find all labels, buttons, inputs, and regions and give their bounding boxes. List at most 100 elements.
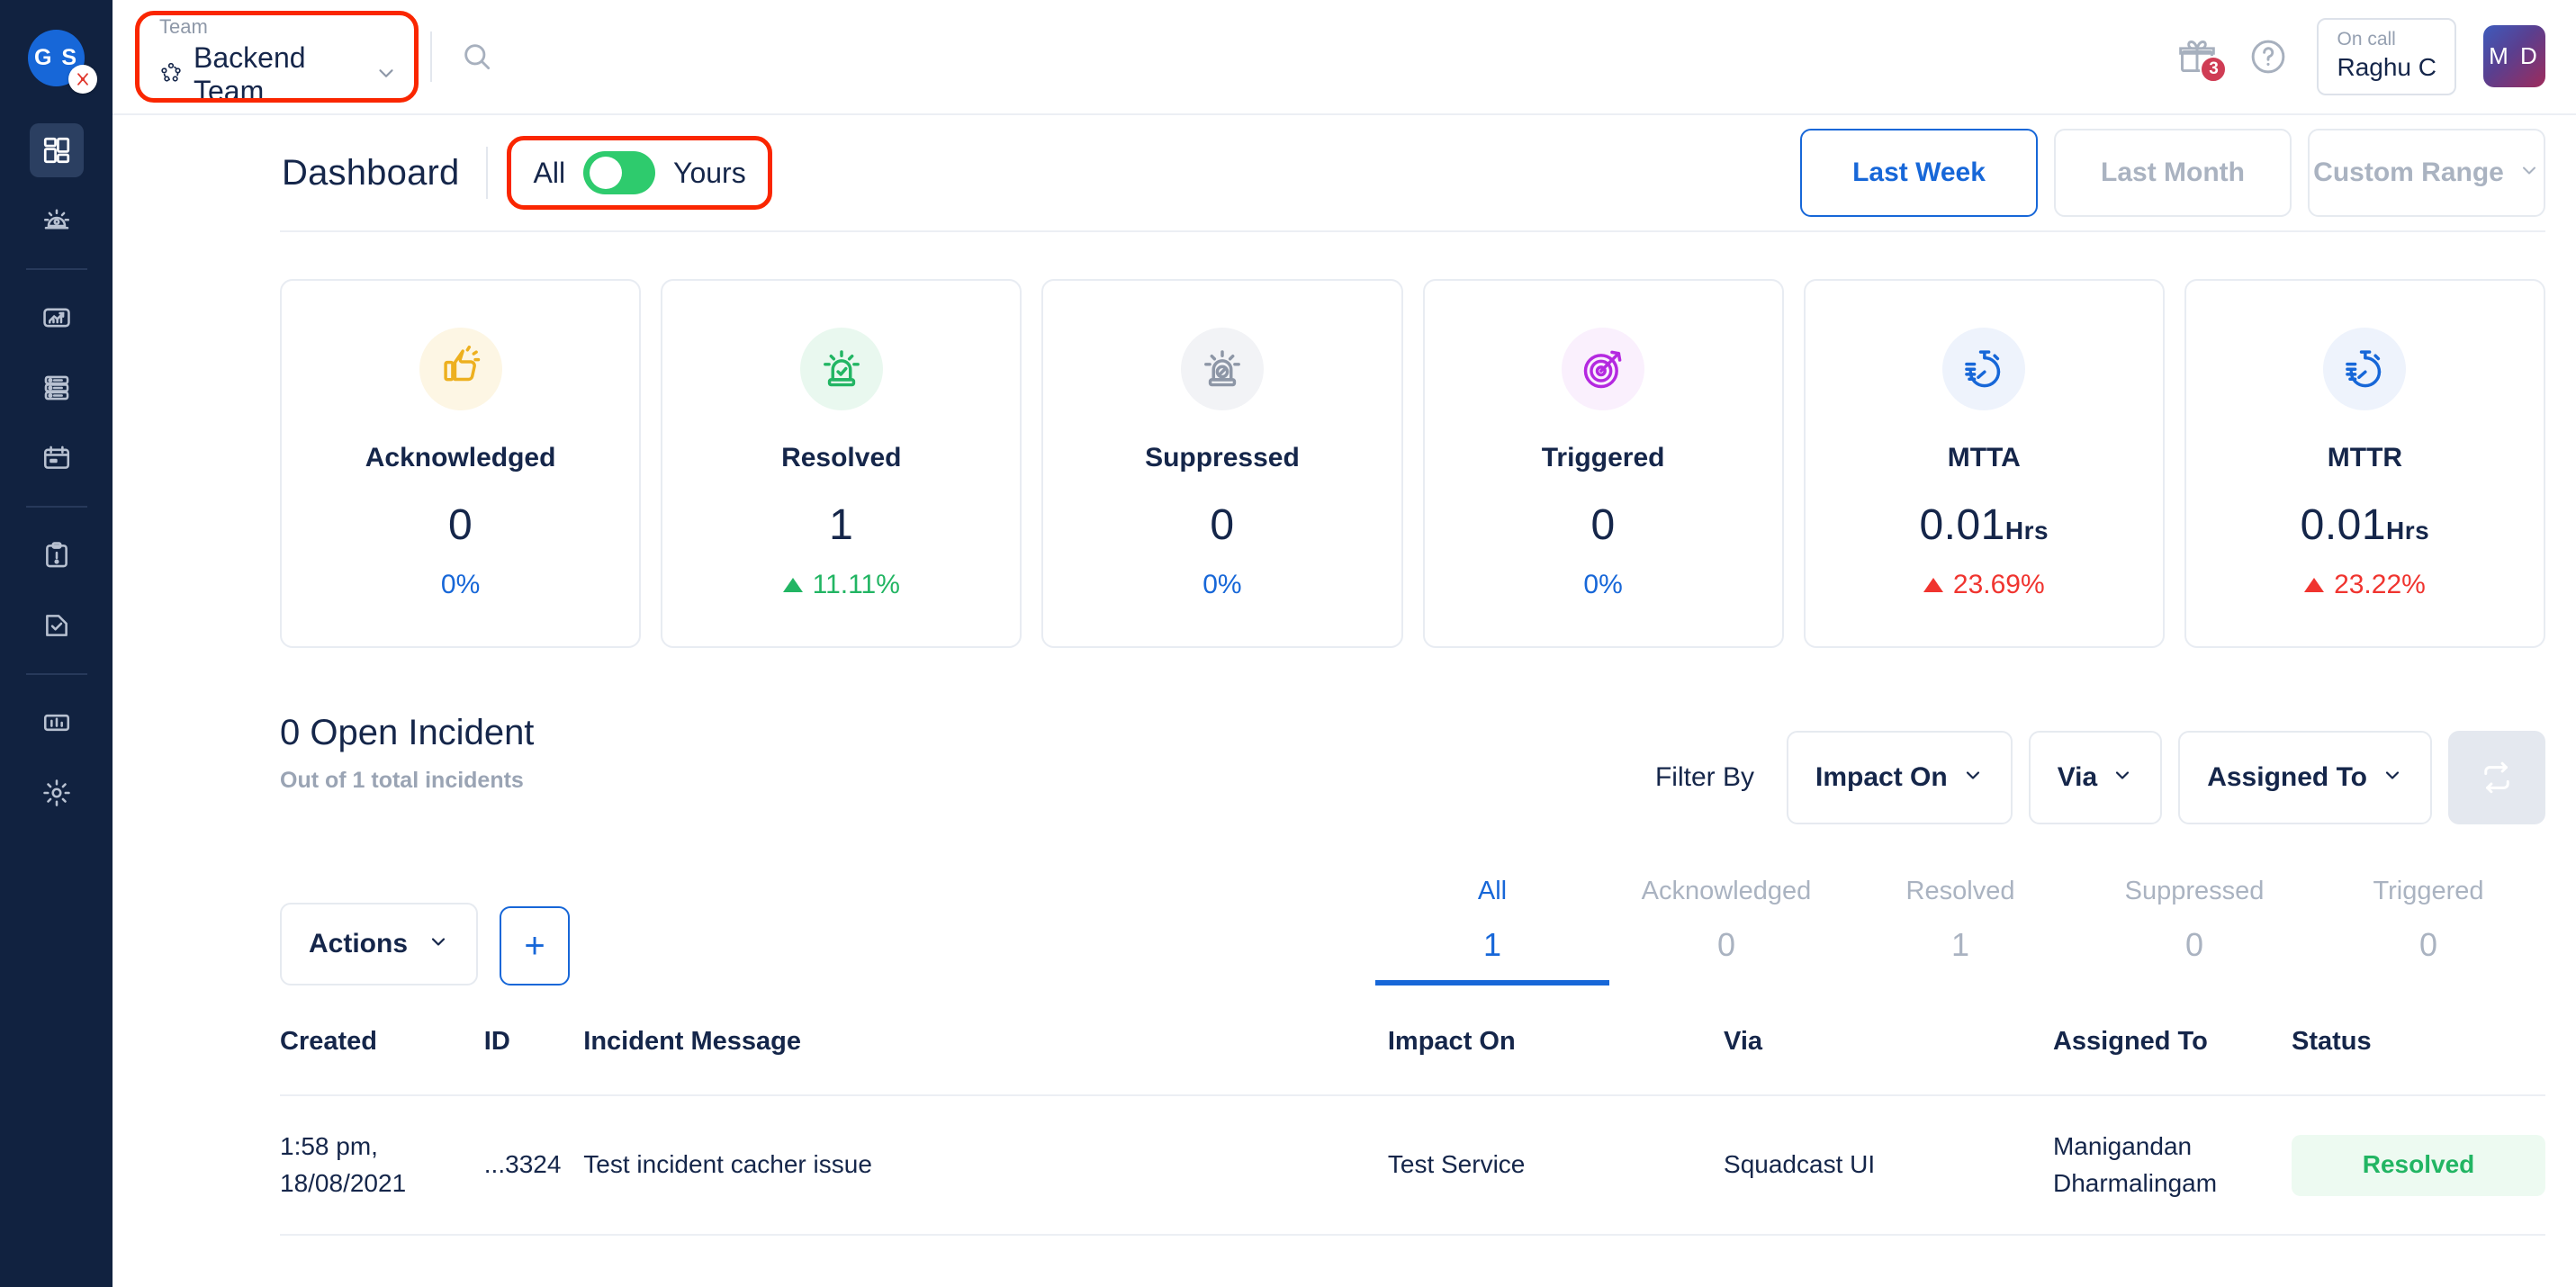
main-area: Team Backend Team 3 On call Raghu C M D … — [113, 0, 2576, 1287]
metric-card-acknowledged[interactable]: Acknowledged 0 0% — [280, 279, 642, 648]
cell-via: Squadcast UI — [1724, 1095, 2053, 1237]
metric-delta-value: 0% — [1202, 570, 1242, 599]
sidebar-nav — [0, 115, 113, 828]
toggle-label-yours: Yours — [673, 156, 746, 189]
metric-unit: Hrs — [2004, 517, 2049, 544]
sidebar-item-analytics-growth[interactable] — [30, 291, 84, 345]
column-header-created: Created — [280, 989, 484, 1096]
open-incident-count: 0 Open Incident — [280, 713, 535, 752]
tab-label: Resolved — [1905, 877, 2015, 905]
status-badge: Resolved — [2292, 1134, 2545, 1196]
sidebar-divider — [25, 673, 87, 675]
metric-card-mtta[interactable]: MTTA 0.01Hrs 23.69% — [1803, 279, 2165, 648]
metric-value: 0.01 — [1919, 501, 2005, 549]
metric-delta: 23.69% — [1923, 570, 2045, 600]
metric-card-mttr[interactable]: MTTR 0.01Hrs 23.22% — [2184, 279, 2546, 648]
metric-value: 0 — [1590, 501, 1616, 549]
sidebar-item-services[interactable] — [30, 361, 84, 415]
table-header-row: Created ID Incident Message Impact On Vi… — [280, 989, 2545, 1096]
cell-id: ...3324 — [483, 1095, 584, 1237]
metric-delta: 11.11% — [782, 570, 900, 600]
tab-count: 0 — [2418, 926, 2438, 963]
tab-count: 0 — [2184, 926, 2204, 963]
plus-icon: + — [524, 925, 545, 966]
sidebar-item-dashboard[interactable] — [29, 123, 84, 177]
page-content: Dashboard All Yours Last Week Last Month — [113, 115, 2576, 1287]
incidents-header: 0 Open Incident Out of 1 total incidents… — [280, 713, 2545, 824]
chevron-down-icon — [2518, 158, 2540, 188]
range-label-last-week: Last Week — [1852, 158, 1986, 187]
sidebar-item-incidents[interactable] — [30, 194, 84, 248]
topbar-divider — [430, 32, 432, 82]
cell-impact-on: Test Service — [1387, 1095, 1725, 1237]
all-yours-toggle[interactable]: All Yours — [507, 136, 772, 210]
filter-impact-on-label: Impact On — [1815, 762, 1948, 792]
metric-delta-value: 23.69% — [1952, 570, 2045, 599]
tab-triggered[interactable]: Triggered 0 — [2311, 877, 2545, 986]
chevron-down-icon — [2382, 762, 2403, 793]
sidebar-item-settings[interactable] — [30, 766, 84, 820]
sidebar-item-postmortems[interactable] — [30, 598, 84, 652]
add-incident-button[interactable]: + — [500, 906, 571, 986]
actions-label: Actions — [309, 929, 409, 958]
tab-resolved[interactable]: Resolved 1 — [1843, 877, 2077, 986]
stopwatch-icon — [2323, 328, 2407, 410]
metric-value: 0 — [447, 501, 473, 549]
metric-value: 1 — [829, 501, 854, 549]
cell-incident-message[interactable]: Test incident cacher issue — [583, 1095, 1388, 1237]
range-button-custom-range[interactable]: Custom Range — [2308, 129, 2545, 217]
sidebar-item-runbooks[interactable] — [30, 528, 84, 582]
filter-group: Filter By Impact On Via Assigned To — [1655, 713, 2545, 824]
metric-cards: Acknowledged 0 0% Resolved 1 11.11% Supp… — [280, 279, 2546, 648]
stopwatch-icon — [1942, 328, 2026, 410]
filter-assigned-to[interactable]: Assigned To — [2178, 731, 2432, 824]
actions-button[interactable]: Actions — [280, 903, 479, 986]
gift-icon[interactable]: 3 — [2175, 34, 2228, 83]
search-icon[interactable] — [452, 32, 502, 82]
tab-all[interactable]: All 1 — [1375, 877, 1609, 986]
on-call-box[interactable]: On call Raghu C — [2317, 17, 2456, 96]
metric-card-resolved[interactable]: Resolved 1 11.11% — [661, 279, 1022, 648]
app-logo[interactable]: G S — [0, 0, 113, 115]
metric-card-triggered[interactable]: Triggered 0 0% — [1422, 279, 1784, 648]
tab-suppressed[interactable]: Suppressed 0 — [2077, 877, 2311, 986]
sidebar-item-schedules[interactable] — [30, 431, 84, 485]
avatar[interactable]: M D — [2483, 25, 2545, 88]
incidents-table: Created ID Incident Message Impact On Vi… — [280, 989, 2545, 1237]
metric-value: 0.01 — [2300, 501, 2387, 549]
topbar-right-group: 3 On call Raghu C M D — [2175, 17, 2545, 96]
tab-count: 1 — [1482, 926, 1502, 963]
filter-via[interactable]: Via — [2028, 731, 2163, 824]
table-row[interactable]: 1:58 pm, 18/08/2021 ...3324 Test inciden… — [280, 1095, 2545, 1237]
repeat-refresh-icon[interactable] — [2448, 731, 2545, 824]
trend-up-icon — [2304, 578, 2325, 592]
range-button-last-week[interactable]: Last Week — [1800, 129, 2038, 217]
question-circle-icon[interactable] — [2247, 35, 2290, 78]
sidebar-item-reports[interactable] — [30, 696, 84, 750]
app-root: G S Team Backend Team 3 On call Raghu C … — [0, 0, 2576, 1287]
chevron-down-icon — [374, 61, 398, 89]
cell-created: 1:58 pm, 18/08/2021 — [280, 1095, 484, 1237]
team-network-icon — [159, 61, 183, 89]
tab-acknowledged[interactable]: Acknowledged 0 — [1609, 877, 1843, 986]
metric-title: Suppressed — [1145, 443, 1300, 472]
filter-impact-on[interactable]: Impact On — [1787, 731, 2013, 824]
team-selector[interactable]: Team Backend Team — [135, 11, 419, 107]
team-label: Team — [159, 14, 208, 38]
siren-check-icon — [799, 328, 883, 410]
trend-up-icon — [1923, 578, 1943, 592]
column-header-via: Via — [1724, 989, 2053, 1096]
metric-card-suppressed[interactable]: Suppressed 0 0% — [1041, 279, 1403, 648]
filter-assigned-to-label: Assigned To — [2207, 762, 2367, 792]
column-header-id: ID — [483, 989, 584, 1096]
team-value: Backend Team — [194, 41, 306, 108]
team-value-row: Backend Team — [159, 41, 398, 108]
toggle-switch[interactable] — [583, 151, 656, 194]
gift-badge: 3 — [2200, 55, 2228, 83]
tab-label: Suppressed — [2124, 877, 2265, 905]
filter-by-label: Filter By — [1654, 762, 1754, 792]
range-button-last-month[interactable]: Last Month — [2054, 129, 2292, 217]
incidents-heading-group: 0 Open Incident Out of 1 total incidents — [280, 713, 534, 794]
metric-value-wrap: 0.01Hrs — [2301, 500, 2430, 550]
avatar-initials: M D — [2489, 42, 2540, 70]
